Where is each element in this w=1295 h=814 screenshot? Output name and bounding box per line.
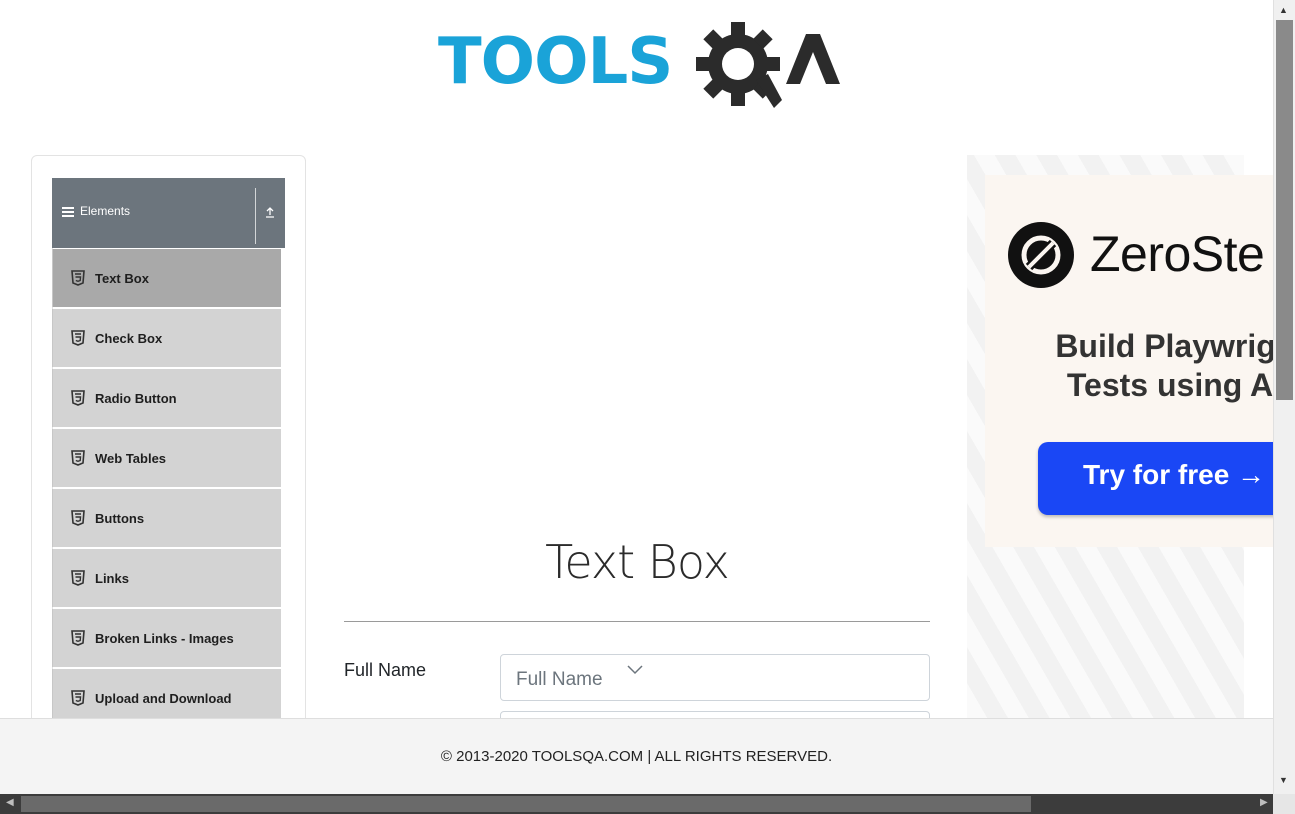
scroll-down-arrow-icon[interactable]: ▼ bbox=[1279, 775, 1288, 785]
html5-icon bbox=[71, 510, 85, 526]
horizontal-scrollbar[interactable]: ◀ ▶ bbox=[0, 794, 1295, 814]
sidebar-item-label: Web Tables bbox=[95, 451, 167, 466]
html5-icon bbox=[71, 690, 85, 706]
scroll-right-arrow-icon[interactable]: ▶ bbox=[1260, 797, 1268, 808]
sidebar-item-label: Text Box bbox=[95, 271, 149, 286]
ad-try-free-button[interactable]: Try for free → bbox=[1038, 442, 1295, 515]
sidebar-item-buttons[interactable]: Buttons bbox=[52, 488, 282, 548]
sidebar-item-broken-links-images[interactable]: Broken Links - Images bbox=[52, 608, 282, 668]
full-name-input[interactable]: Full Name bbox=[500, 654, 930, 701]
html5-icon bbox=[71, 270, 85, 286]
html5-icon bbox=[71, 570, 85, 586]
logo-text-tools: TOOLS bbox=[438, 25, 673, 99]
vertical-scrollbar[interactable]: ▲ ▼ bbox=[1273, 0, 1295, 794]
hamburger-icon bbox=[62, 207, 74, 217]
sidebar-item-label: Links bbox=[95, 571, 129, 586]
toolsqa-logo[interactable]: TOOLS bbox=[438, 18, 842, 114]
scroll-left-arrow-icon[interactable]: ◀ bbox=[6, 797, 14, 808]
ad-headline-line-2: Tests using A bbox=[1066, 367, 1274, 403]
html5-icon bbox=[71, 450, 85, 466]
sidebar-item-label: Buttons bbox=[95, 511, 145, 526]
full-name-placeholder: Full Name bbox=[516, 669, 603, 690]
html5-icon bbox=[71, 630, 85, 646]
zerostep-logo-icon bbox=[1008, 222, 1074, 288]
sidebar-item-label: Check Box bbox=[95, 331, 163, 346]
group-header-divider bbox=[255, 188, 256, 244]
sidebar-item-label: Radio Button bbox=[95, 391, 177, 406]
ad-brand-name: ZeroSte bbox=[1090, 226, 1265, 282]
sidebar-menu-list: Text Box Check Box Radio Button Web Tabl… bbox=[52, 248, 282, 728]
full-name-label: Full Name bbox=[344, 660, 427, 680]
logo-gear-qa-icon bbox=[696, 22, 840, 108]
group-title: Elements bbox=[80, 204, 131, 218]
group-header-elements[interactable]: Elements bbox=[52, 178, 285, 248]
scroll-up-arrow-icon[interactable]: ▲ bbox=[1279, 5, 1288, 15]
sidebar-item-label: Broken Links - Images bbox=[95, 631, 234, 646]
sidebar-item-radio-button[interactable]: Radio Button bbox=[52, 368, 282, 428]
scrollbar-corner bbox=[1273, 794, 1295, 814]
chevron-down-icon bbox=[627, 665, 643, 675]
sidebar-item-web-tables[interactable]: Web Tables bbox=[52, 428, 282, 488]
title-divider bbox=[344, 621, 930, 622]
html5-icon bbox=[71, 390, 85, 406]
sidebar-item-text-box[interactable]: Text Box bbox=[52, 248, 282, 308]
page-title: Text Box bbox=[545, 535, 730, 589]
html5-icon bbox=[71, 330, 85, 346]
ad-headline: Build Playwrigl Tests using A bbox=[1025, 327, 1295, 405]
collapse-arrow-icon[interactable] bbox=[262, 206, 278, 222]
ad-banner[interactable]: ZeroSte Build Playwrigl Tests using A Tr… bbox=[985, 175, 1295, 547]
sidebar-item-label: Upload and Download bbox=[95, 691, 232, 706]
horizontal-scroll-thumb[interactable] bbox=[21, 796, 1031, 812]
sidebar-item-links[interactable]: Links bbox=[52, 548, 282, 608]
vertical-scroll-thumb[interactable] bbox=[1276, 20, 1293, 400]
footer: © 2013-2020 TOOLSQA.COM | ALL RIGHTS RES… bbox=[0, 718, 1273, 794]
sidebar-item-check-box[interactable]: Check Box bbox=[52, 308, 282, 368]
footer-copyright: © 2013-2020 TOOLSQA.COM | ALL RIGHTS RES… bbox=[440, 748, 833, 765]
ad-headline-line-1: Build Playwrigl bbox=[1055, 328, 1285, 364]
